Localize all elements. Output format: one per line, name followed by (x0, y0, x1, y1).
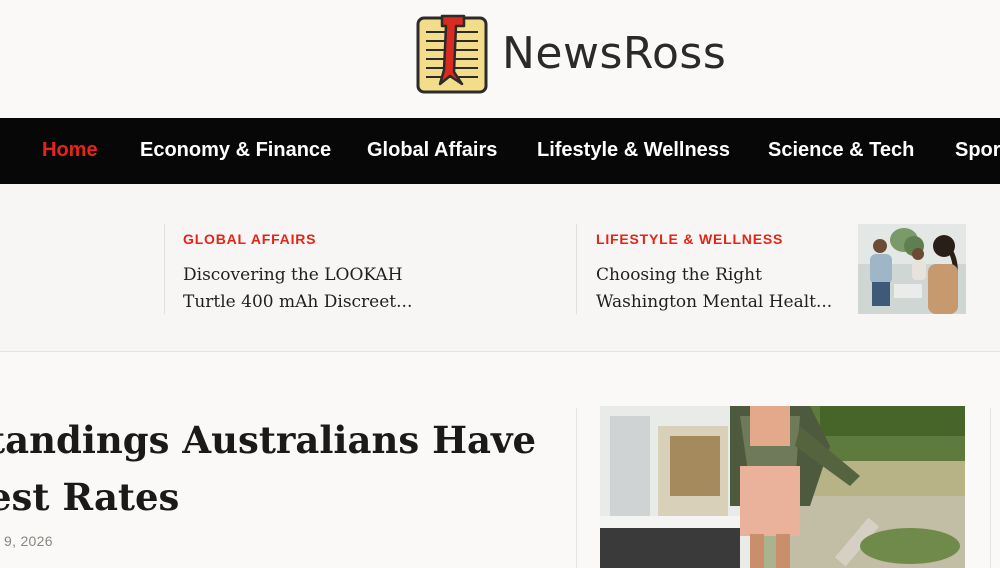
ticker-divider (164, 224, 165, 314)
ticker-article-title[interactable]: Discovering the LOOKAH Turtle 400 mAh Di… (183, 262, 428, 316)
therapy-session-image (858, 224, 966, 314)
nav-item-global-affairs[interactable]: Global Affairs (367, 139, 497, 162)
nav-item-home[interactable]: Home (42, 139, 98, 162)
main-navigation: Home Economy & Finance Global Affairs Li… (0, 118, 1000, 184)
nav-item-science-tech[interactable]: Science & Tech (768, 139, 914, 162)
site-name: NewsRoss (502, 28, 727, 79)
notepad-bookmark-icon (416, 14, 488, 94)
ticker-divider (576, 224, 577, 314)
news-ticker: GLOBAL AFFAIRS Discovering the LOOKAH Tu… (0, 184, 1000, 352)
ticker-title-line: Discovering the LOOKAH (183, 265, 403, 285)
ticker-article-thumbnail[interactable] (858, 224, 966, 314)
ticker-category-link[interactable]: GLOBAL AFFAIRS (183, 231, 316, 247)
site-header: NewsRoss (0, 0, 1000, 118)
headline-line: tandings Australians Have (0, 418, 537, 462)
site-logo[interactable]: NewsRoss (416, 14, 726, 94)
woman-by-truck-image (600, 406, 965, 568)
nav-item-sports[interactable]: Sports (955, 139, 1000, 162)
featured-section: tandings Australians Have est Rates 9, 2… (0, 352, 1000, 568)
ticker-title-line: Choosing the Right (596, 265, 762, 285)
ticker-article-title[interactable]: Choosing the Right Washington Mental Hea… (596, 262, 841, 316)
article-date: 9, 2026 (4, 533, 53, 549)
nav-item-lifestyle-wellness[interactable]: Lifestyle & Wellness (537, 139, 730, 162)
headline-line: est Rates (0, 475, 180, 519)
ticker-title-line: Turtle 400 mAh Discreet... (183, 292, 413, 312)
ticker-title-line: Washington Mental Healt... (596, 292, 833, 312)
featured-headline[interactable]: tandings Australians Have est Rates (0, 412, 548, 526)
column-divider (576, 408, 577, 568)
nav-item-economy-finance[interactable]: Economy & Finance (140, 139, 331, 162)
featured-article-image[interactable] (600, 406, 965, 568)
ticker-category-link[interactable]: LIFESTYLE & WELLNESS (596, 231, 783, 247)
column-divider (990, 408, 991, 568)
